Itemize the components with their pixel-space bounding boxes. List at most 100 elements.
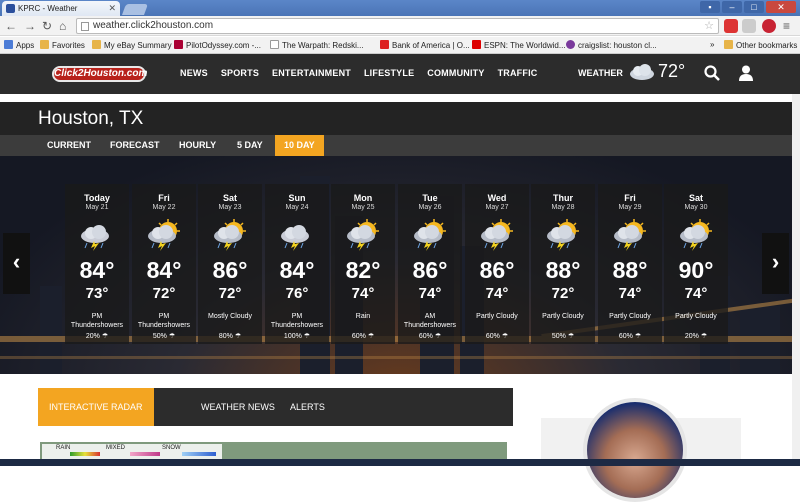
precip-value: 50% — [152, 333, 167, 340]
precip-value: 60% — [351, 333, 366, 340]
day-card[interactable]: Mon May 25 82° 74° Rain 60% ☂ — [331, 184, 395, 344]
precip-value: 100% — [283, 333, 302, 340]
condition-text: AM Thundershowers — [403, 313, 457, 329]
back-arrow-icon[interactable]: ← — [5, 19, 17, 33]
day-card[interactable]: Thur May 28 88° 72° Partly Cloudy 50% ☂ — [531, 184, 595, 344]
menu-icon[interactable]: ≡ — [783, 19, 790, 33]
precip-value: 50% — [551, 333, 566, 340]
day-card[interactable]: Sat May 23 86° 72° Mostly Cloudy 80% ☂ — [198, 184, 262, 344]
bookmark-craigslist[interactable]: craigslist: houston cl... — [566, 40, 657, 50]
maximize-button[interactable]: □ — [744, 1, 764, 13]
close-window-button[interactable]: ✕ — [766, 1, 796, 13]
day-card[interactable]: Tue May 26 86° 74° AM Thundershowers 60% ☂ — [398, 184, 462, 344]
nav-entertainment[interactable]: ENTERTAINMENT — [272, 68, 351, 78]
page-icon — [81, 22, 89, 31]
bookmark-favorites[interactable]: Favorites — [40, 40, 85, 50]
condition-text: PM Thundershowers — [70, 313, 124, 329]
tab-weather-news[interactable]: WEATHER NEWS — [201, 388, 275, 426]
bookmark-ebay[interactable]: My eBay Summary — [92, 40, 172, 50]
high-temp: 86° — [412, 257, 448, 283]
bookmarks-overflow[interactable]: » — [710, 40, 714, 49]
user-icon[interactable] — [737, 64, 755, 82]
bookmark-espn[interactable]: ESPN: The Worldwid... — [472, 40, 566, 50]
bookmark-apps[interactable]: Apps — [4, 40, 34, 50]
high-temp: 82° — [345, 257, 381, 283]
day-card[interactable]: Sat May 30 90° 74° Partly Cloudy 20% ☂ — [664, 184, 728, 344]
day-card[interactable]: Fri May 29 88° 74° Partly Cloudy 60% ☂ — [598, 184, 662, 344]
reload-icon[interactable]: ↻ — [42, 19, 52, 33]
pinterest-icon[interactable] — [762, 19, 776, 33]
home-icon[interactable]: ⌂ — [59, 19, 66, 33]
forward-arrow-icon[interactable]: → — [24, 19, 36, 33]
extension-icon[interactable] — [724, 19, 738, 33]
tab-5-day[interactable]: 5 DAY — [237, 135, 263, 156]
condition-text: Partly Cloudy — [542, 313, 584, 320]
high-temp: 90° — [678, 257, 714, 283]
sun-storm-icon — [347, 219, 379, 251]
day-date: May 26 — [418, 204, 442, 211]
next-arrow-button[interactable]: › — [762, 233, 789, 294]
day-date: May 28 — [551, 204, 575, 211]
legend-mixed: MIXED — [106, 445, 126, 451]
browser-tab[interactable]: KPRC - Weather ✕ — [2, 1, 120, 16]
tab-interactive-radar[interactable]: INTERACTIVE RADAR — [38, 388, 154, 426]
close-tab-icon[interactable]: ✕ — [108, 3, 116, 14]
umbrella-icon: ☂ — [168, 333, 176, 340]
tab-forecast[interactable]: FORECAST — [110, 135, 160, 156]
day-card[interactable]: Wed May 27 86° 74° Partly Cloudy 60% ☂ — [465, 184, 529, 344]
previous-arrow-button[interactable]: ‹ — [3, 233, 30, 294]
condition-text: PM Thundershowers — [137, 313, 191, 329]
meteorologist-avatar[interactable] — [583, 398, 687, 502]
umbrella-icon: ☂ — [434, 333, 442, 340]
nav-lifestyle[interactable]: LIFESTYLE — [364, 68, 414, 78]
bookmark-pilotodyssey[interactable]: PilotOdyssey.com -... — [174, 40, 261, 50]
legend-rain: RAIN — [56, 445, 71, 451]
tab-alerts[interactable]: ALERTS — [290, 388, 325, 426]
header-temperature[interactable]: 72° — [658, 61, 685, 82]
condition-text: Rain — [355, 313, 371, 320]
new-tab-button[interactable] — [121, 4, 149, 15]
os-taskbar — [0, 459, 800, 466]
low-temp: 74° — [418, 285, 442, 302]
header-weather-label[interactable]: WEATHER — [578, 68, 623, 78]
legend-snow: SNOW — [162, 445, 181, 451]
storm-cloud-icon — [81, 225, 109, 251]
url-text: weather.click2houston.com — [93, 20, 214, 31]
bookmark-bank-of-america[interactable]: Bank of America | O... — [380, 40, 470, 50]
minimize-button[interactable]: – — [722, 1, 742, 13]
nav-news[interactable]: NEWS — [180, 68, 208, 78]
bookmark-star-icon[interactable]: ☆ — [704, 19, 714, 32]
precip-value: 20% — [684, 333, 699, 340]
condition-text: Mostly Cloudy — [208, 313, 252, 320]
browser-tab-title: KPRC - Weather — [18, 4, 78, 13]
user-profile-button[interactable]: ▪ — [700, 1, 720, 13]
day-card[interactable]: Today May 21 84° 73° PM Thundershowers 20% ☂ — [65, 184, 129, 344]
bookmarks-bar: Apps Favorites My eBay Summary PilotOdys… — [0, 37, 800, 54]
content-tabs: INTERACTIVE RADAR WEATHER NEWS ALERTS — [38, 388, 513, 426]
day-card[interactable]: Sun May 24 84° 76° PM Thundershowers 100% ☂ — [265, 184, 329, 344]
address-bar[interactable]: weather.click2houston.com ☆ — [76, 18, 719, 34]
condition-text: Partly Cloudy — [476, 313, 518, 320]
page-scrollbar[interactable] — [792, 94, 800, 459]
tab-10-day[interactable]: 10 DAY — [275, 135, 324, 156]
condition-text: Partly Cloudy — [609, 313, 651, 320]
search-icon[interactable] — [703, 64, 721, 82]
low-temp: 74° — [351, 285, 375, 302]
legend-mixed-scale — [130, 452, 160, 456]
precip-value: 60% — [485, 333, 500, 340]
nav-traffic[interactable]: TRAFFIC — [498, 68, 538, 78]
site-logo[interactable]: Click2Houston.com — [52, 66, 147, 82]
nav-sports[interactable]: SPORTS — [221, 68, 259, 78]
day-card[interactable]: Fri May 22 84° 72° PM Thundershowers 50% ☂ — [132, 184, 196, 344]
site-header: Click2Houston.com NEWS SPORTS ENTERTAINM… — [0, 54, 800, 94]
day-name: Fri — [624, 193, 636, 203]
bookmark-warpath[interactable]: The Warpath: Redski... — [270, 40, 364, 50]
tab-current[interactable]: CURRENT — [47, 135, 91, 156]
tab-hourly[interactable]: HOURLY — [179, 135, 216, 156]
cast-icon[interactable] — [742, 19, 756, 33]
site-favicon-icon — [6, 4, 15, 13]
bookmark-other[interactable]: Other bookmarks — [724, 40, 797, 50]
low-temp: 72° — [551, 285, 575, 302]
nav-community[interactable]: COMMUNITY — [427, 68, 484, 78]
precip-chance: 60% ☂ — [398, 332, 462, 340]
